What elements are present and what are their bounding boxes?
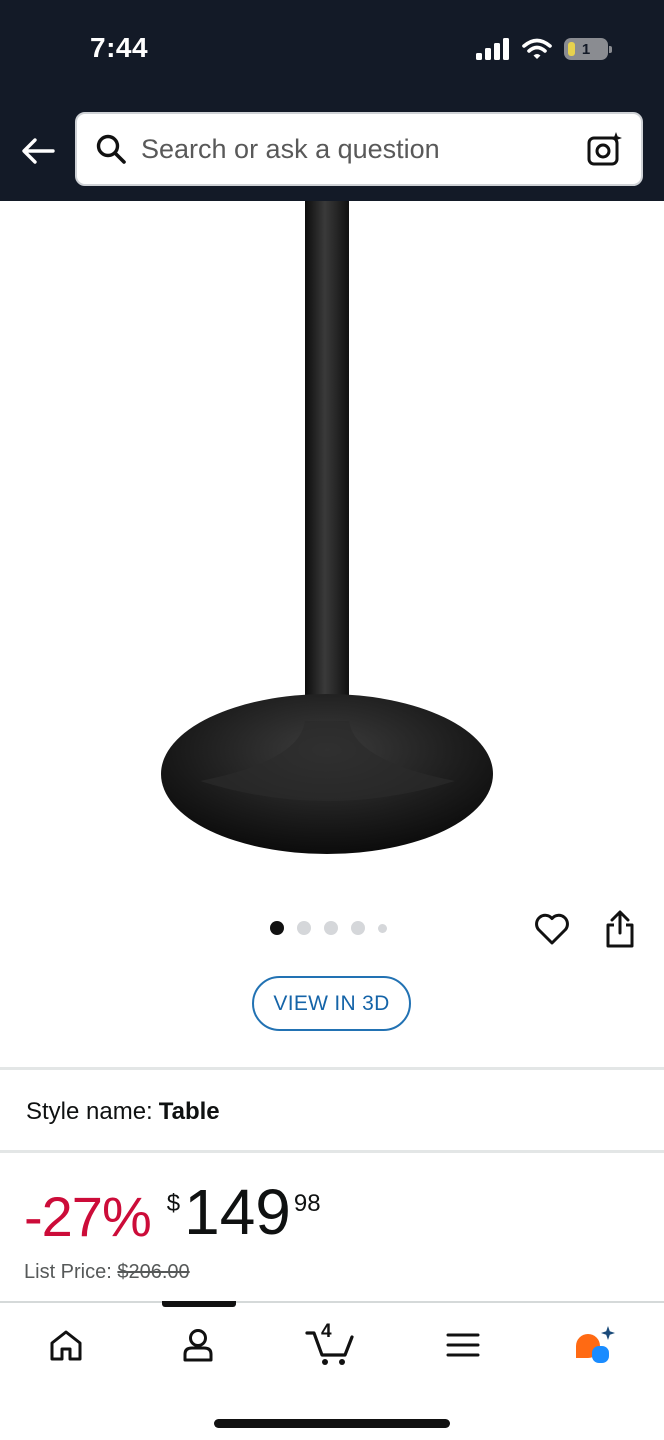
top-bar: 7:44 1 xyxy=(0,0,664,201)
style-name-row[interactable]: Style name: Table xyxy=(26,1098,220,1126)
active-tab-indicator xyxy=(162,1301,236,1307)
status-time: 7:44 xyxy=(90,32,149,63)
price-block: -27% $ 149 98 xyxy=(24,1180,321,1250)
nav-menu[interactable] xyxy=(433,1321,493,1369)
cart-count-badge: 4 xyxy=(321,1321,332,1342)
ai-assistant-icon xyxy=(576,1326,615,1363)
battery-icon: 1 xyxy=(564,38,612,60)
back-button[interactable] xyxy=(18,133,58,169)
image-pagination-dots xyxy=(270,921,387,935)
search-bar[interactable] xyxy=(75,112,643,186)
person-icon xyxy=(183,1329,213,1362)
list-price-label: List Price: xyxy=(24,1261,112,1283)
pagination-dot[interactable] xyxy=(270,921,284,935)
status-icons: 1 xyxy=(476,36,612,62)
nav-home[interactable] xyxy=(36,1321,96,1369)
style-value: Table xyxy=(158,1098,220,1125)
share-button[interactable] xyxy=(600,906,640,952)
home-icon xyxy=(50,1330,82,1361)
hamburger-menu-icon xyxy=(446,1333,480,1357)
nav-account[interactable] xyxy=(168,1321,228,1369)
nav-rufus-assistant[interactable] xyxy=(564,1321,624,1369)
camera-lens-icon[interactable] xyxy=(583,127,627,171)
back-arrow-icon xyxy=(22,138,55,164)
pagination-dot[interactable] xyxy=(351,921,365,935)
list-price-value: $206.00 xyxy=(117,1261,190,1283)
wishlist-button[interactable] xyxy=(531,908,573,950)
wifi-icon xyxy=(522,38,552,59)
price-fraction: 98 xyxy=(293,1190,321,1217)
discount-percent: -27% xyxy=(24,1185,152,1248)
cellular-signal-icon xyxy=(476,38,509,60)
price-currency: $ xyxy=(166,1190,181,1217)
pagination-dot[interactable] xyxy=(324,921,338,935)
divider xyxy=(0,1150,664,1153)
price-whole: 149 xyxy=(184,1176,291,1248)
pagination-dot[interactable] xyxy=(378,923,387,933)
nav-cart[interactable]: 4 xyxy=(300,1321,360,1369)
search-input[interactable] xyxy=(141,133,583,165)
bottom-navigation: 4 xyxy=(0,1301,664,1440)
view-in-3d-button[interactable]: VIEW IN 3D xyxy=(252,976,411,1031)
search-icon xyxy=(91,129,131,169)
share-icon xyxy=(606,910,634,948)
battery-level: 1 xyxy=(581,40,591,58)
product-image[interactable] xyxy=(0,201,664,881)
list-price: List Price: $206.00 xyxy=(24,1261,190,1284)
pagination-dot[interactable] xyxy=(297,921,311,935)
heart-icon xyxy=(535,913,569,945)
home-indicator xyxy=(214,1419,450,1428)
divider xyxy=(0,1067,664,1070)
style-label: Style name: xyxy=(26,1098,153,1125)
